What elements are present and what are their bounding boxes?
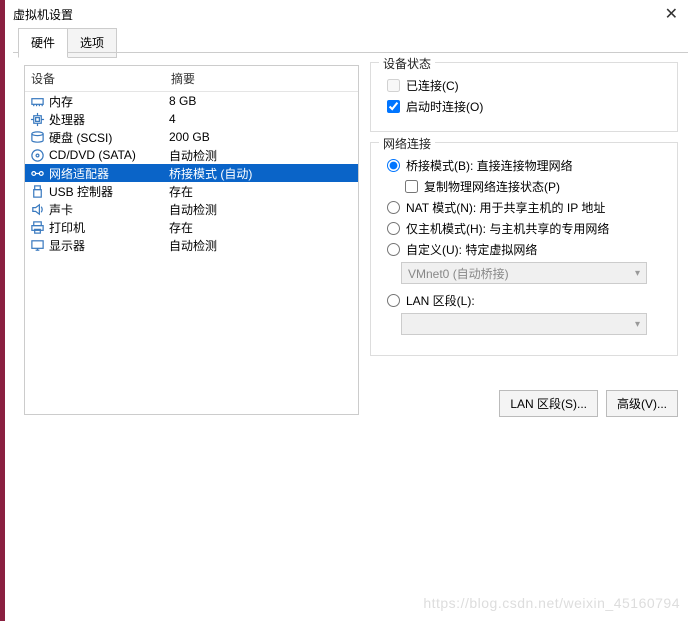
device-name: 显示器 <box>49 237 169 254</box>
device-status-group: 设备状态 已连接(C) 启动时连接(O) <box>370 62 678 132</box>
network-connection-group: 网络连接 桥接模式(B): 直接连接物理网络 复制物理网络连接状态(P) NAT… <box>370 142 678 356</box>
device-name: 打印机 <box>49 219 169 236</box>
device-name: 硬盘 (SCSI) <box>49 129 169 146</box>
device-summary: 桥接模式 (自动) <box>169 165 252 182</box>
device-row-usb[interactable]: USB 控制器存在 <box>25 182 358 200</box>
connected-label: 已连接(C) <box>406 77 459 94</box>
lan-label: LAN 区段(L): <box>406 292 475 309</box>
display-icon <box>29 237 45 253</box>
lan-segment-combo: ▾ <box>401 313 647 335</box>
disk-icon <box>29 129 45 145</box>
nat-label: NAT 模式(N): 用于共享主机的 IP 地址 <box>406 199 605 216</box>
nat-radio[interactable] <box>387 201 400 214</box>
window-title: 虚拟机设置 <box>13 8 73 22</box>
device-row-cpu[interactable]: 处理器4 <box>25 110 358 128</box>
bridged-label: 桥接模式(B): 直接连接物理网络 <box>406 157 573 174</box>
device-summary: 200 GB <box>169 130 210 144</box>
custom-radio-row[interactable]: 自定义(U): 特定虚拟网络 <box>387 241 667 258</box>
device-summary: 8 GB <box>169 94 196 108</box>
device-row-cd[interactable]: CD/DVD (SATA)自动检测 <box>25 146 358 164</box>
device-name: 内存 <box>49 93 169 110</box>
device-summary: 存在 <box>169 183 193 200</box>
bridged-radio-row[interactable]: 桥接模式(B): 直接连接物理网络 <box>387 157 667 174</box>
printer-icon <box>29 219 45 235</box>
advanced-button[interactable]: 高级(V)... <box>606 390 678 417</box>
device-row-net[interactable]: 网络适配器桥接模式 (自动) <box>25 164 358 182</box>
lan-radio-row[interactable]: LAN 区段(L): <box>387 292 667 309</box>
title-bar: 虚拟机设置 ✕ <box>5 0 692 28</box>
tab-options[interactable]: 选项 <box>67 28 117 58</box>
device-summary: 4 <box>169 112 176 126</box>
connect-at-power-checkbox[interactable] <box>387 100 400 113</box>
tab-hardware[interactable]: 硬件 <box>18 28 68 58</box>
usb-icon <box>29 183 45 199</box>
custom-label: 自定义(U): 特定虚拟网络 <box>406 241 537 258</box>
custom-network-value: VMnet0 (自动桥接) <box>408 265 509 282</box>
device-name: CD/DVD (SATA) <box>49 148 169 162</box>
device-name: 声卡 <box>49 201 169 218</box>
button-row: LAN 区段(S)... 高级(V)... <box>499 390 678 417</box>
connected-checkbox[interactable] <box>387 79 400 92</box>
device-name: 网络适配器 <box>49 165 169 182</box>
device-summary: 存在 <box>169 219 193 236</box>
network-connection-title: 网络连接 <box>379 135 435 152</box>
connected-checkbox-row[interactable]: 已连接(C) <box>387 77 667 94</box>
lan-segments-button[interactable]: LAN 区段(S)... <box>499 390 598 417</box>
bridged-radio[interactable] <box>387 159 400 172</box>
replicate-checkbox[interactable] <box>405 180 418 193</box>
watermark-text: https://blog.csdn.net/weixin_45160794 <box>423 595 680 611</box>
device-summary: 自动检测 <box>169 147 217 164</box>
replicate-checkbox-row[interactable]: 复制物理网络连接状态(P) <box>405 178 667 195</box>
device-row-memory[interactable]: 内存8 GB <box>25 92 358 110</box>
decorative-left-strip <box>0 0 5 621</box>
connect-at-power-row[interactable]: 启动时连接(O) <box>387 98 667 115</box>
sound-icon <box>29 201 45 217</box>
connect-at-power-label: 启动时连接(O) <box>406 98 483 115</box>
device-name: 处理器 <box>49 111 169 128</box>
tab-strip: 硬件 选项 <box>18 28 116 58</box>
net-icon <box>29 165 45 181</box>
device-row-disk[interactable]: 硬盘 (SCSI)200 GB <box>25 128 358 146</box>
col-header-device[interactable]: 设备 <box>25 66 165 91</box>
settings-panel: 设备状态 已连接(C) 启动时连接(O) 网络连接 桥接模式(B): 直接连接物… <box>370 62 678 366</box>
chevron-down-icon: ▾ <box>635 268 640 279</box>
device-list-header: 设备 摘要 <box>25 66 358 92</box>
cd-icon <box>29 147 45 163</box>
custom-radio[interactable] <box>387 243 400 256</box>
col-header-summary[interactable]: 摘要 <box>165 66 201 91</box>
device-summary: 自动检测 <box>169 201 217 218</box>
hostonly-label: 仅主机模式(H): 与主机共享的专用网络 <box>406 220 609 237</box>
custom-network-combo: VMnet0 (自动桥接) ▾ <box>401 262 647 284</box>
hostonly-radio[interactable] <box>387 222 400 235</box>
tab-baseline <box>13 52 688 53</box>
device-status-title: 设备状态 <box>379 55 435 72</box>
hostonly-radio-row[interactable]: 仅主机模式(H): 与主机共享的专用网络 <box>387 220 667 237</box>
device-summary: 自动检测 <box>169 237 217 254</box>
memory-icon <box>29 93 45 109</box>
device-row-display[interactable]: 显示器自动检测 <box>25 236 358 254</box>
device-row-sound[interactable]: 声卡自动检测 <box>25 200 358 218</box>
device-list: 设备 摘要 内存8 GB处理器4硬盘 (SCSI)200 GBCD/DVD (S… <box>24 65 359 415</box>
close-icon[interactable]: ✕ <box>665 4 678 24</box>
device-row-printer[interactable]: 打印机存在 <box>25 218 358 236</box>
device-name: USB 控制器 <box>49 183 169 200</box>
replicate-label: 复制物理网络连接状态(P) <box>424 178 560 195</box>
nat-radio-row[interactable]: NAT 模式(N): 用于共享主机的 IP 地址 <box>387 199 667 216</box>
cpu-icon <box>29 111 45 127</box>
chevron-down-icon: ▾ <box>635 319 640 330</box>
lan-radio[interactable] <box>387 294 400 307</box>
